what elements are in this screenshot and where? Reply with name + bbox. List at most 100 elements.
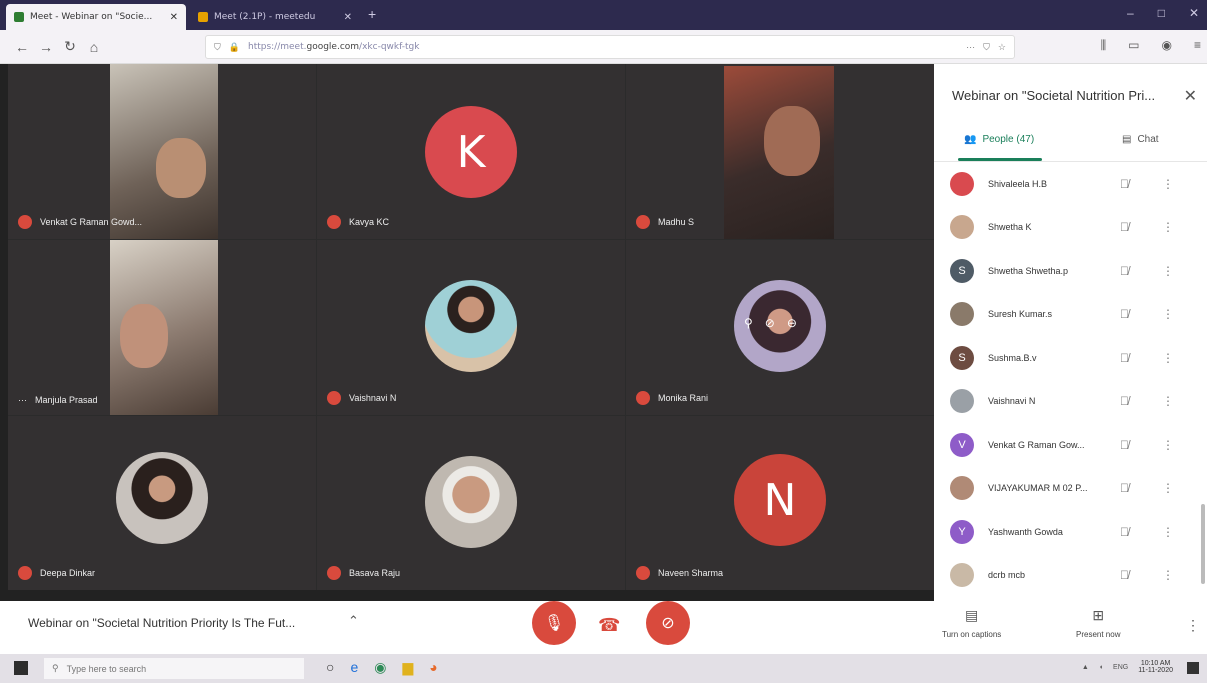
participant-row[interactable]: V Venkat G Raman Gow... 🎙̸ ⋮ [934, 423, 1207, 467]
participant-name-tag: Venkat G Raman Gowd... [18, 215, 142, 229]
more-vert-icon[interactable]: ⋮ [1162, 438, 1174, 452]
participant-tile[interactable]: ··· Manjula Prasad [8, 240, 316, 415]
tab-close-icon[interactable]: ✕ [170, 12, 178, 23]
participant-tile[interactable]: Deepa Dinkar [8, 416, 316, 590]
camera-toggle-button[interactable]: ⊘ [646, 601, 690, 645]
mic-off-icon: 🎙̸ [1120, 220, 1129, 235]
notifications-icon[interactable] [1187, 662, 1199, 674]
network-icon[interactable]: ▲ [1082, 664, 1089, 671]
mic-off-icon: 🎙̸ [1120, 568, 1129, 583]
menu-icon[interactable]: ≡ [1194, 38, 1201, 53]
mute-participant-icon[interactable]: ⊘ [765, 316, 775, 330]
more-vert-icon[interactable]: ⋮ [1162, 177, 1174, 191]
language-indicator[interactable]: ENG [1113, 664, 1128, 671]
file-explorer-icon[interactable]: ▆ [402, 659, 413, 676]
remove-icon[interactable]: ⊖ [787, 316, 797, 330]
more-vert-icon[interactable]: ⋮ [1162, 307, 1174, 321]
minimize-button[interactable]: – [1127, 6, 1134, 20]
home-icon[interactable]: ⌂ [82, 39, 106, 55]
participant-row[interactable]: Shwetha K 🎙̸ ⋮ [934, 206, 1207, 250]
tab-meet-2[interactable]: Meet (2.1P) - meetedu ✕ [190, 4, 360, 30]
mic-off-icon: 🎙̸ [1120, 307, 1129, 322]
close-window-button[interactable]: ✕ [1189, 6, 1199, 20]
more-vert-icon[interactable]: ⋮ [1162, 264, 1174, 278]
participant-name-tag: Naveen Sharma [636, 566, 723, 580]
close-icon[interactable]: ✕ [1184, 86, 1197, 106]
more-vert-icon[interactable]: ⋮ [1162, 220, 1174, 234]
maximize-button[interactable]: □ [1158, 6, 1165, 20]
tab-meet[interactable]: Meet - Webinar on "Socie... ✕ [6, 4, 186, 30]
captions-label: Turn on captions [942, 630, 1002, 639]
participant-tile[interactable]: Madhu S [626, 64, 934, 239]
participant-row[interactable]: S Shwetha Shwetha.p 🎙̸ ⋮ [934, 249, 1207, 293]
participant-tile[interactable]: Venkat G Raman Gowd... [8, 64, 316, 239]
system-tray: ▲ ◖ ENG 10:10 AM 11-11-2020 [1082, 660, 1173, 674]
tab-people[interactable]: 👥 People (47) [958, 134, 1042, 161]
chrome-icon[interactable]: ◉ [374, 659, 386, 676]
participant-row[interactable]: S Sushma.B.v 🎙̸ ⋮ [934, 336, 1207, 380]
present-now-button[interactable]: ⊞ Present now [1076, 607, 1120, 639]
more-options-icon[interactable]: ⋮ [1186, 617, 1200, 634]
new-tab-button[interactable]: + [368, 6, 376, 22]
more-vert-icon[interactable]: ⋮ [1162, 394, 1174, 408]
avatar: V [950, 432, 974, 457]
page-actions-icon[interactable]: ··· [966, 42, 975, 52]
avatar [116, 452, 208, 544]
pocket-icon[interactable]: ⛉ [983, 42, 990, 53]
mic-off-icon [18, 215, 32, 229]
more-vert-icon[interactable]: ⋮ [1162, 525, 1174, 539]
participant-tile[interactable]: N Naveen Sharma [626, 416, 934, 590]
edge-icon[interactable]: e [350, 659, 358, 676]
bookmark-star-icon[interactable]: ☆ [998, 42, 1006, 53]
captions-button[interactable]: ▤ Turn on captions [942, 607, 1001, 639]
participant-name: Venkat G Raman Gow... [988, 439, 1085, 450]
volume-icon[interactable]: ◖ [1099, 664, 1103, 671]
reload-icon[interactable]: ↻ [58, 38, 82, 55]
clock[interactable]: 10:10 AM 11-11-2020 [1138, 660, 1173, 674]
more-vert-icon[interactable]: ⋮ [1162, 481, 1174, 495]
panel-title: Webinar on "Societal Nutrition Pri... [952, 88, 1156, 103]
chevron-up-icon[interactable]: ⌃ [348, 613, 359, 629]
pin-icon[interactable]: ⚲ [744, 316, 753, 330]
participant-row[interactable]: Vaishnavi N 🎙̸ ⋮ [934, 380, 1207, 424]
sidebar-icon[interactable]: ▭ [1128, 38, 1139, 53]
shield-icon[interactable]: ⛉ [214, 42, 221, 53]
hang-up-button[interactable]: ☎ [598, 615, 620, 636]
chat-icon: ▤ [1122, 134, 1132, 145]
participant-tile[interactable]: Basava Raju [317, 416, 625, 590]
account-icon[interactable]: ◉ [1162, 38, 1172, 53]
more-dots-icon[interactable]: ··· [18, 395, 27, 405]
active-tab-indicator [958, 158, 1042, 161]
mic-off-icon [18, 566, 32, 580]
back-icon[interactable]: ← [10, 39, 34, 55]
library-icon[interactable]: ⫼ [1101, 38, 1107, 53]
mic-toggle-button[interactable]: 🎙 [532, 601, 576, 645]
participant-row[interactable]: Suresh Kumar.s 🎙̸ ⋮ [934, 293, 1207, 337]
participant-tile[interactable]: ⚲ ⊘ ⊖ Monika Rani [626, 240, 934, 415]
panel-scrollbar[interactable] [1201, 504, 1205, 584]
taskbar-search[interactable]: ⚲ Type here to search [44, 658, 304, 679]
more-vert-icon[interactable]: ⋮ [1162, 568, 1174, 582]
participant-name: dcrb mcb [988, 570, 1026, 581]
participant-row[interactable]: Y Yashwanth Gowda 🎙̸ ⋮ [934, 510, 1207, 554]
address-bar[interactable]: ⛉ 🔒 https://meet.google.com/xkc-qwkf-tgk… [205, 35, 1015, 59]
windows-start-icon[interactable] [14, 661, 28, 675]
more-vert-icon[interactable]: ⋮ [1162, 351, 1174, 365]
tab-chat[interactable]: ▤ Chat [1122, 134, 1159, 145]
participant-row[interactable]: VIJAYAKUMAR M 02 P... 🎙̸ ⋮ [934, 467, 1207, 511]
firefox-icon[interactable]: ◕ [429, 659, 437, 676]
participant-tile[interactable]: Vaishnavi N [317, 240, 625, 415]
participant-tile[interactable]: K Kavya KC [317, 64, 625, 239]
participant-row[interactable]: Shivaleela H.B 🎙̸ ⋮ [934, 162, 1207, 206]
participant-name: Shivaleela H.B [988, 178, 1048, 189]
participant-name: Monika Rani [658, 393, 709, 403]
participant-row[interactable]: dcrb mcb 🎙̸ ⋮ [934, 554, 1207, 598]
tab-close-icon[interactable]: ✕ [344, 12, 352, 23]
task-view-icon[interactable]: ○ [326, 659, 334, 676]
mic-off-icon [327, 566, 341, 580]
avatar [950, 302, 974, 327]
forward-icon[interactable]: → [34, 39, 58, 55]
lock-icon[interactable]: 🔒 [229, 42, 240, 53]
present-label: Present now [1076, 630, 1121, 639]
search-icon: ⚲ [52, 663, 59, 673]
